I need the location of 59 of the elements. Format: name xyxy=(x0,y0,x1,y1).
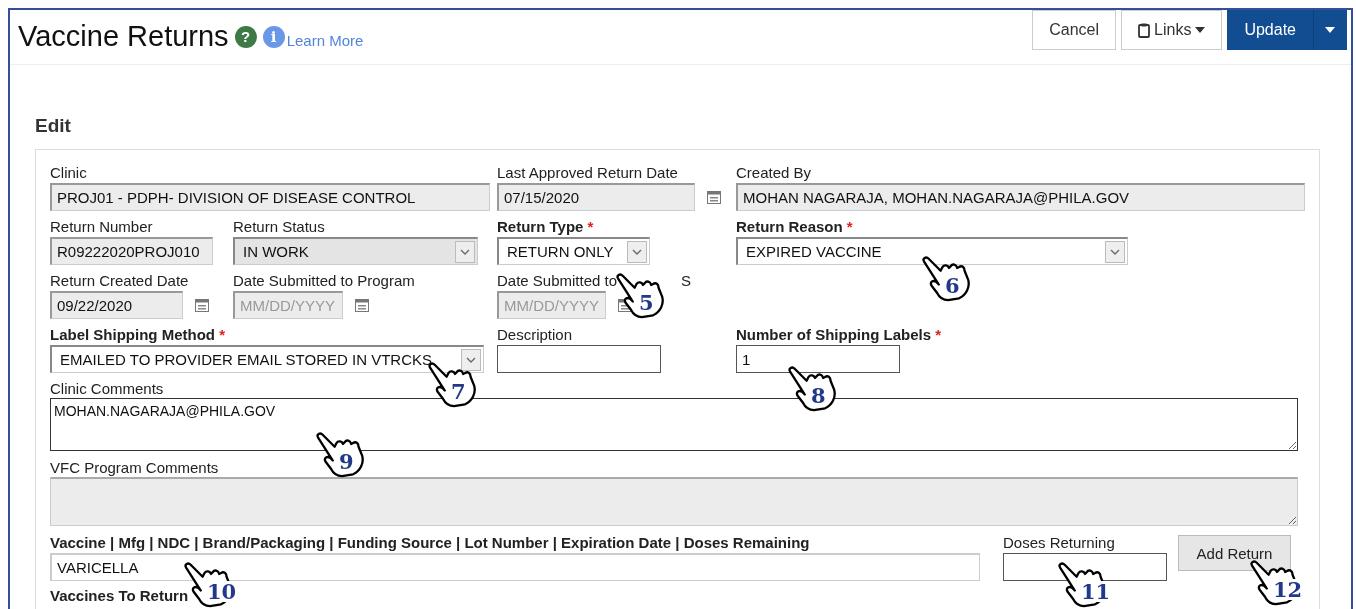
chevron-down-icon xyxy=(1110,248,1120,255)
field-label: Return Status xyxy=(233,218,326,236)
list-title: Vaccines To Return xyxy=(50,587,189,604)
callout-number: 8 xyxy=(810,385,827,406)
section-title: Edit xyxy=(35,115,72,137)
date-field[interactable]: MM/DD/YYYY xyxy=(497,291,606,319)
text-field[interactable] xyxy=(497,345,661,373)
callout-number: 7 xyxy=(450,381,467,402)
cancel-button[interactable]: Cancel xyxy=(1032,10,1117,50)
field-label: Description xyxy=(497,326,574,344)
learn-more-link[interactable]: Learn More xyxy=(286,32,364,49)
update-button[interactable]: Update xyxy=(1227,10,1313,50)
callout-number: 12 xyxy=(1272,579,1304,600)
links-button[interactable]: Links xyxy=(1121,10,1223,50)
chevron-down-icon xyxy=(460,248,470,255)
text-field[interactable]: R09222020PROJ010 xyxy=(50,237,213,265)
field-label: Clinic Comments xyxy=(50,380,164,397)
field-label: Clinic xyxy=(50,164,88,182)
text-field[interactable]: PROJ01 - PDPH- DIVISION OF DISEASE CONTROL xyxy=(50,183,490,211)
page-title: Vaccine Returns xyxy=(18,20,229,53)
callout-number: 10 xyxy=(206,581,238,602)
chevron-down-icon xyxy=(632,248,642,255)
callout-number: 5 xyxy=(638,292,655,313)
date-field[interactable]: 07/15/2020 xyxy=(497,183,695,211)
comments-field[interactable] xyxy=(50,477,1298,526)
text-field[interactable]: MOHAN NAGARAJA, MOHAN.NAGARAJA@PHILA.GOV xyxy=(736,183,1305,211)
date-field[interactable]: 09/22/2020 xyxy=(50,291,183,319)
doses-field[interactable] xyxy=(1003,553,1167,581)
field-label: Number of Shipping Labels * xyxy=(736,326,943,344)
dropdown-field[interactable]: RETURN ONLY xyxy=(497,237,650,265)
field-label: Label Shipping Method * xyxy=(50,326,226,344)
field-label: Return Reason * xyxy=(736,218,854,236)
vaccine-field[interactable]: VARICELLA xyxy=(50,553,980,581)
field-label: Vaccine | Mfg | NDC | Brand/Packaging | Funding Source | Lot Number | Expiration Date | Doses Remaining xyxy=(50,534,811,552)
callout-number: 9 xyxy=(338,451,355,472)
field-label: Date Submitted to xyxy=(497,272,618,290)
add-return-button[interactable]: Add Return xyxy=(1178,535,1291,571)
field-label: S xyxy=(681,272,692,290)
field-label: Last Approved Return Date xyxy=(497,164,679,182)
field-label: Created By xyxy=(736,164,813,182)
date-field[interactable]: MM/DD/YYYY xyxy=(233,291,343,319)
chevron-down-icon xyxy=(466,356,476,363)
text-field[interactable]: 1 xyxy=(736,345,900,373)
dropdown-field[interactable]: EXPIRED VACCINE xyxy=(736,237,1128,265)
dropdown-field[interactable]: EMAILED TO PROVIDER EMAIL STORED IN VTRCKS xyxy=(50,345,484,373)
caret-icon xyxy=(1195,27,1206,33)
dropdown-field[interactable]: IN WORK xyxy=(233,237,478,265)
field-label: Date Submitted to Program xyxy=(233,272,416,290)
field-label: VFC Program Comments xyxy=(50,459,219,476)
help-icon[interactable]: ? xyxy=(234,25,257,48)
field-label: Doses Returning xyxy=(1003,534,1116,552)
callout-number: 11 xyxy=(1080,581,1112,602)
callout-number: 6 xyxy=(944,275,961,296)
caret-icon xyxy=(1325,27,1335,33)
field-label: Return Type * xyxy=(497,218,595,236)
clipboard-icon xyxy=(1138,22,1151,38)
field-label: Return Number xyxy=(50,218,154,236)
update-menu-button[interactable] xyxy=(1313,10,1347,50)
field-label: Return Created Date xyxy=(50,272,190,290)
